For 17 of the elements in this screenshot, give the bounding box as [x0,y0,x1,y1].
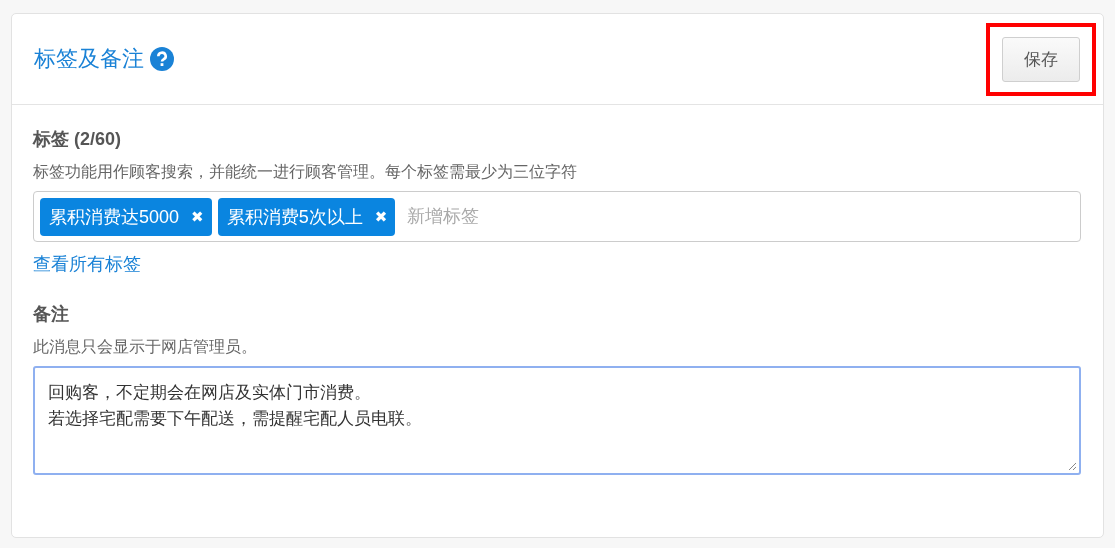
tag-label: 累积消费达5000 [49,205,180,229]
tag-label: 累积消费5次以上 [226,205,363,229]
view-all-tags-link[interactable]: 查看所有标签 [33,252,141,276]
help-icon[interactable] [150,47,174,71]
remove-tag-button[interactable]: ✖ [374,207,388,226]
section-label: 标签 (2/60) [33,128,123,151]
resize-grip-icon[interactable] [1068,462,1077,471]
save-button[interactable]: 保存 [1002,36,1080,82]
notes-field[interactable]: 回购客，不定期会在网店及实体门市消费。 若选择宅配需要下午配送，需提醒宅配人员电联。 [33,366,1081,475]
panel-title: 标签及备注 [34,45,144,73]
section-label: 备注 [33,303,70,326]
remove-tag-button[interactable]: ✖ [191,207,204,226]
note-line: 若选择宅配需要下午配送，需提醒宅配人员电联。 [48,408,422,430]
tag-input-field[interactable]: 累积消费达5000 ✖ 累积消费5次以上 ✖ 新增标签 [33,191,1081,242]
section-description: 此消息只会显示于网店管理员。 [33,337,258,357]
note-line: 回购客，不定期会在网店及实体门市消费。 [48,382,371,404]
section-description: 标签功能用作顾客搜索，并能统一进行顾客管理。每个标签需最少为三位字符 [33,162,578,182]
